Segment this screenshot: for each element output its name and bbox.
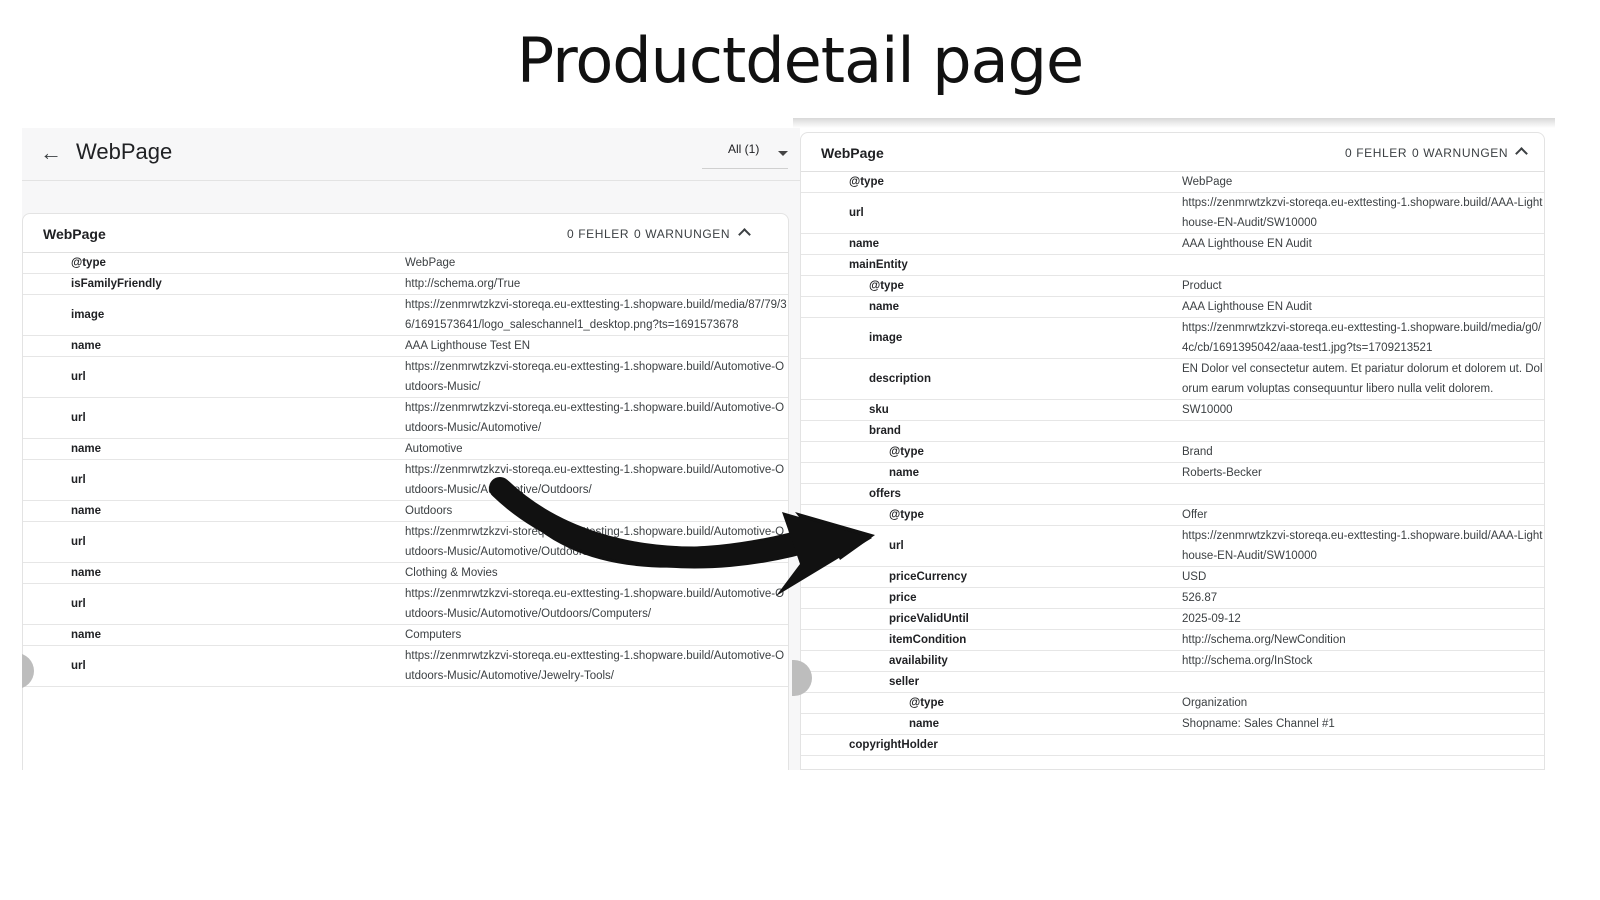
- curved-arrow-icon: [489, 477, 875, 596]
